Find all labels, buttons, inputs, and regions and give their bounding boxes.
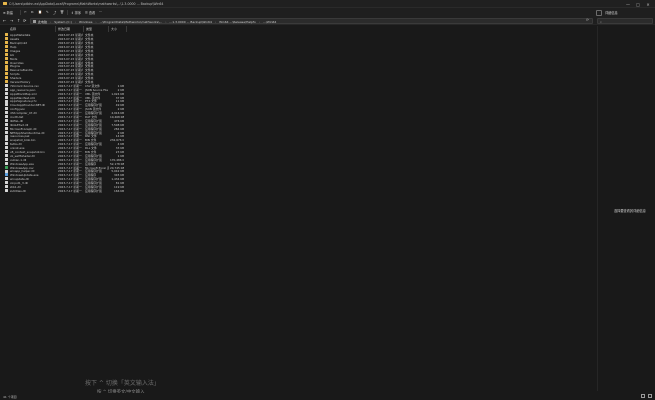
ime-hint-line1: 按下 ^ 切换「英文输入法」	[85, 380, 160, 387]
column-header: 名称 修改日期 类型 大小	[0, 26, 597, 32]
breadcrumb-item[interactable]: ...\Win64	[263, 20, 276, 24]
file-icon	[5, 189, 9, 193]
file-name: zutilities.dll	[10, 188, 26, 193]
breadcrumb-item[interactable]: Win64 ...\Release\Helpfo	[219, 20, 256, 24]
delete-button[interactable]: 🗑	[60, 10, 64, 14]
paste-button[interactable]: 📋	[38, 10, 42, 14]
column-divider[interactable]	[126, 26, 127, 32]
breadcrumb-separator-icon[interactable]: ›	[165, 20, 166, 24]
file-list-pane: 名称 修改日期 类型 大小 AppxMetadata 2023-07-15 星期六…	[0, 26, 597, 391]
status-bar: 41 个项目	[0, 393, 655, 400]
column-divider[interactable]	[108, 26, 109, 32]
breadcrumb-item[interactable]: ...\ProgramData\Mathworks\mathworks\...	[100, 20, 163, 24]
column-name[interactable]: 名称	[10, 27, 16, 31]
details-pane: 选择要查看其详细信息	[597, 26, 655, 391]
column-date[interactable]: 修改日期	[58, 27, 70, 31]
file-rows: AppxMetadata2023-07-15 星期六 ...文件夹Assets2…	[0, 33, 597, 193]
rename-button[interactable]: ✎	[46, 10, 49, 14]
sort-button[interactable]: ↕ 排序	[71, 10, 81, 15]
breadcrumb: 此电脑 › System (C:) › Windows › ...\ProgramData\…	[38, 20, 276, 24]
column-divider[interactable]	[55, 26, 56, 32]
file-row[interactable]: zutilities.dll 2023-7-17 星期一 ... 应用程序扩展 166…	[0, 189, 597, 193]
file-date: 2023-7-17 星期一 ...	[58, 188, 83, 193]
refresh-nav-icon[interactable]: ⟳	[23, 18, 26, 23]
refresh-icon[interactable]: ⟳	[586, 18, 589, 22]
details-button[interactable]: 详细信息	[605, 10, 618, 15]
minimize-button[interactable]: —	[623, 0, 633, 8]
file-type: 应用程序扩展	[85, 188, 102, 193]
copy-button[interactable]: ⧉	[31, 10, 33, 14]
breadcrumb-separator-icon[interactable]: ›	[50, 20, 51, 24]
up-arrow-icon[interactable]: ↑	[17, 18, 20, 23]
new-button[interactable]: ⊕ 新建	[3, 10, 13, 15]
breadcrumb-item[interactable]: System (C:)	[54, 20, 72, 24]
search-icon: ⌕	[600, 19, 602, 24]
more-button[interactable]: ···	[99, 10, 102, 14]
folder-icon	[3, 2, 7, 6]
column-divider[interactable]	[83, 26, 84, 32]
view-button[interactable]: ☰ 查看	[85, 10, 95, 15]
tiles-view-icon[interactable]	[648, 394, 652, 399]
breadcrumb-separator-icon[interactable]: ›	[75, 20, 76, 24]
breadcrumb-item[interactable]: 此电脑	[38, 20, 47, 24]
details-message: 选择要查看其详细信息	[614, 209, 646, 213]
share-button[interactable]: ⤴	[53, 10, 56, 15]
pc-icon	[33, 20, 37, 23]
column-type[interactable]: 类型	[86, 27, 92, 31]
item-count: 41 个项目	[3, 394, 17, 399]
toolbar-divider	[20, 10, 21, 15]
details-pane-toggle[interactable]	[596, 9, 602, 16]
maximize-button[interactable]: □	[633, 0, 643, 8]
window-controls: — □ ✕	[623, 0, 653, 8]
title-bar: C:\Users\odbhn.ex\AppData\Local\Programs…	[0, 0, 655, 8]
search-input[interactable]: ⌕	[597, 18, 653, 24]
details-view-icon[interactable]	[641, 394, 645, 399]
breadcrumb-item[interactable]: Windows	[79, 20, 92, 24]
back-arrow-icon[interactable]: ←	[3, 18, 6, 23]
breadcrumb-separator-icon[interactable]: ›	[95, 20, 96, 24]
cut-button[interactable]: ✂	[24, 10, 27, 14]
breadcrumb-separator-icon[interactable]: ›	[215, 20, 216, 24]
file-size: 166 KB	[114, 188, 124, 193]
breadcrumb-separator-icon[interactable]: ›	[259, 20, 260, 24]
column-size[interactable]: 大小	[111, 27, 117, 31]
close-button[interactable]: ✕	[643, 0, 653, 8]
toolbar-divider	[67, 10, 68, 15]
window-title: C:\Users\odbhn.ex\AppData\Local\Programs…	[9, 1, 164, 6]
breadcrumb-item[interactable]: ...1.3.0000 ... Backup\Win64	[169, 20, 211, 24]
address-bar[interactable]: 此电脑 › System (C:) › Windows › ...\ProgramData\…	[30, 18, 593, 24]
command-bar: ⊕ 新建 ✂ ⧉ 📋 ✎ ⤴ 🗑 ↕ 排序 ☰ 查看 ··· 详细信息	[0, 8, 655, 17]
forward-arrow-icon[interactable]: →	[10, 18, 13, 23]
address-row: ← → ↑ ⟳ 此电脑 › System (C:) › Windows › ...\Prog…	[0, 17, 655, 25]
